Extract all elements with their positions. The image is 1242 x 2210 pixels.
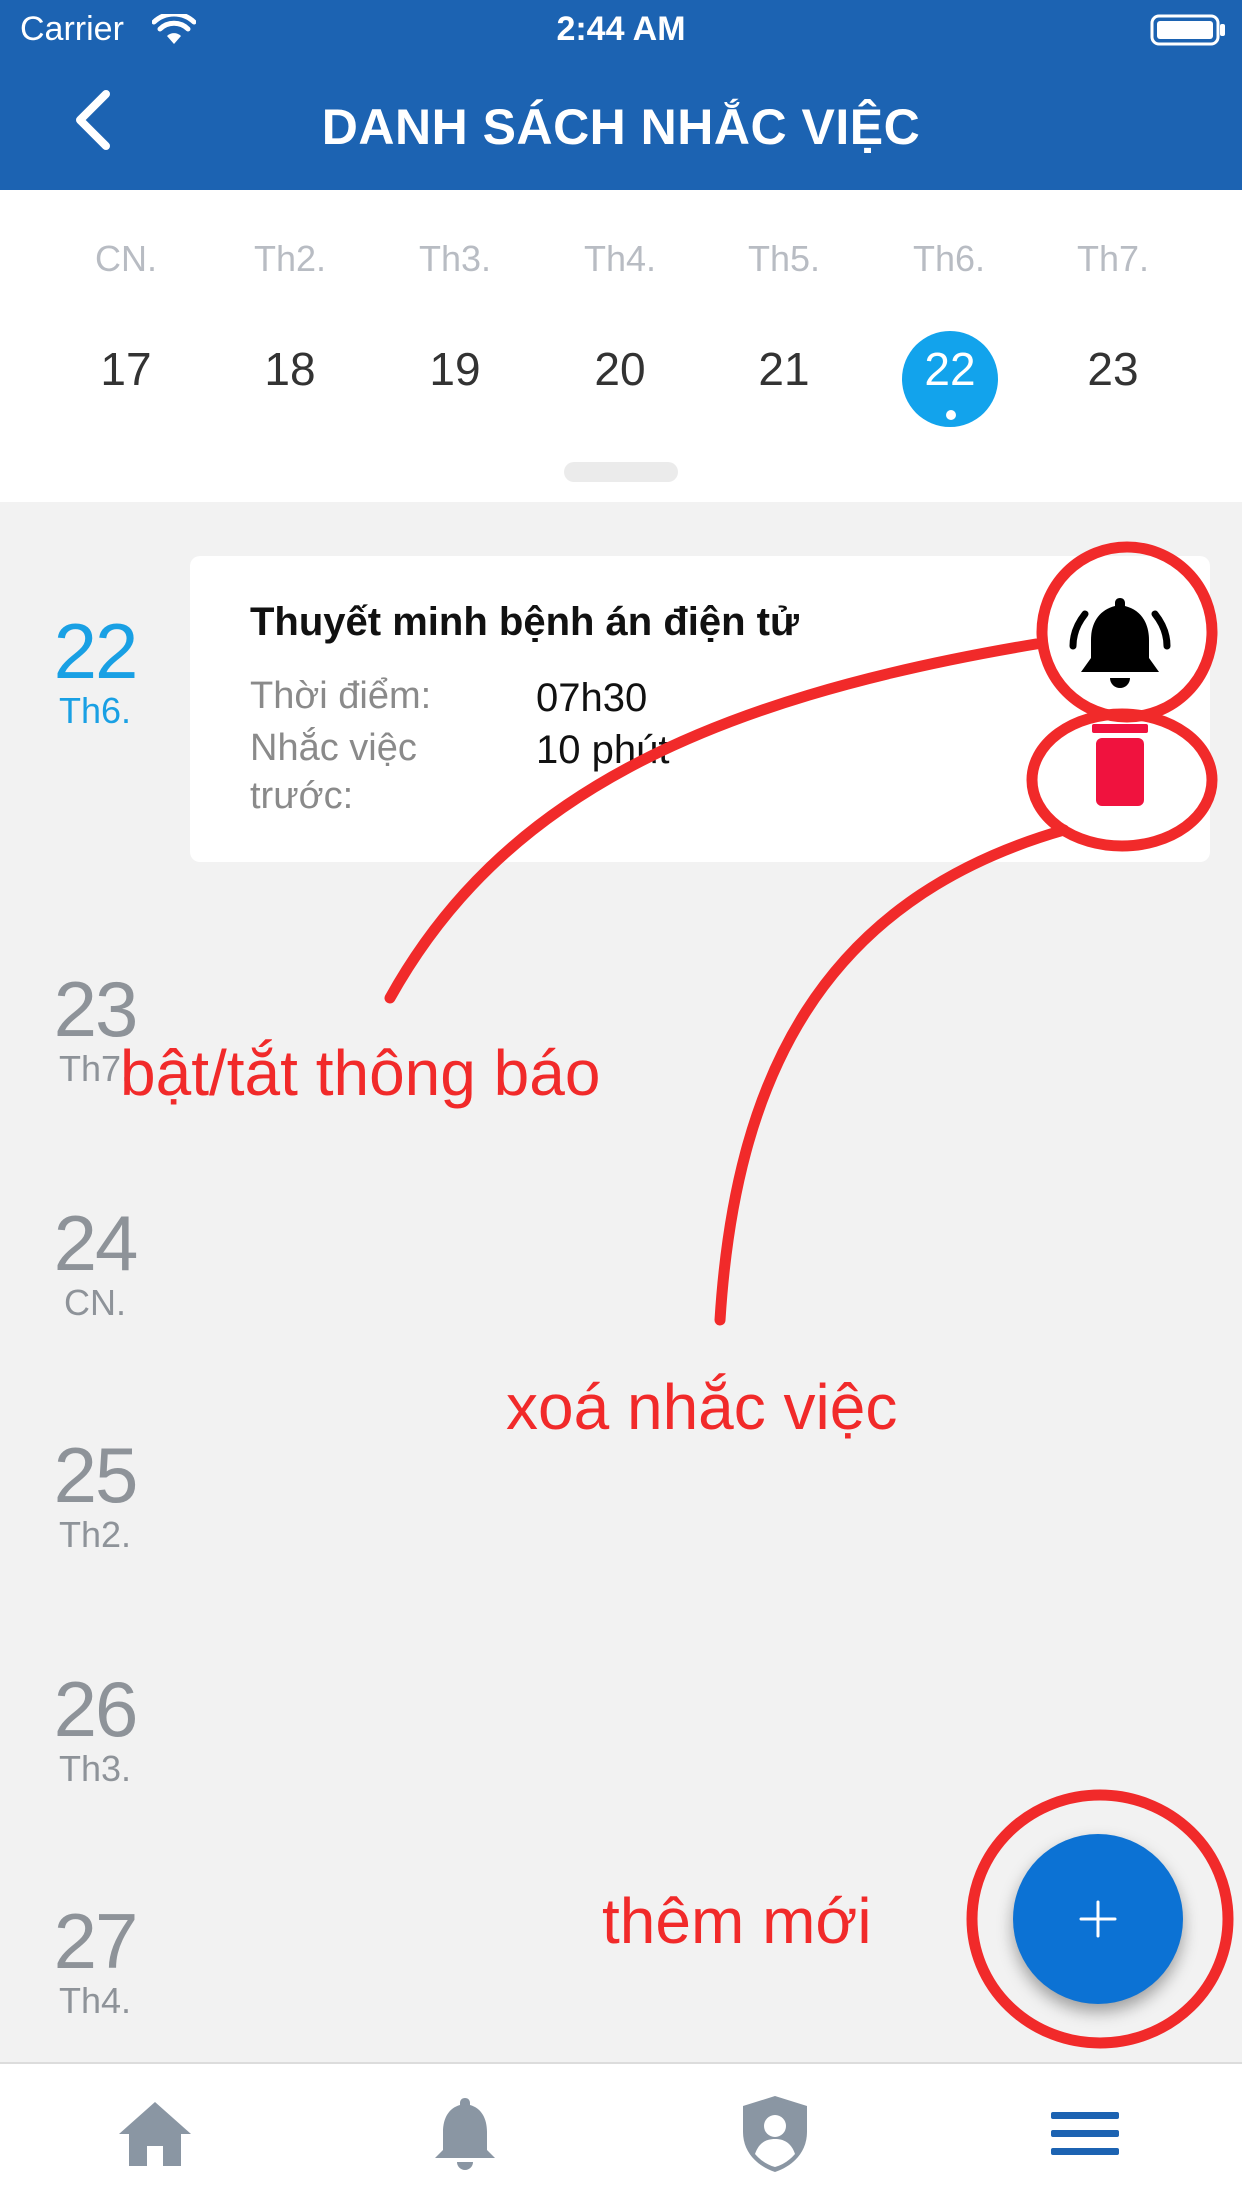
annotation-add-new: thêm mới xyxy=(602,1885,872,1957)
weekday-label: CN. xyxy=(95,238,157,279)
page-title: DANH SÁCH NHẮC VIỆC xyxy=(321,99,921,155)
remind-before-label-cont: trước: xyxy=(250,775,354,817)
date-cell[interactable]: 18 xyxy=(208,342,372,396)
agenda-date: 22 xyxy=(53,607,139,695)
tab-account[interactable] xyxy=(620,2064,930,2210)
date-cell[interactable]: 21 xyxy=(702,342,866,396)
time-label: Thời điểm: xyxy=(250,675,432,717)
shield-user-icon xyxy=(743,2096,807,2172)
agenda-date: 25 xyxy=(53,1431,139,1519)
tab-bar xyxy=(0,2062,1242,2210)
reminder-card[interactable]: Thuyết minh bệnh án điện tử Thời điểm: 0… xyxy=(190,556,1210,862)
remind-before-label: Nhắc việc xyxy=(250,727,417,769)
weekday-label: Th7. xyxy=(1076,238,1150,279)
weekday-label: Th6. xyxy=(912,238,986,279)
weekday-label: Th4. xyxy=(583,238,657,279)
battery-icon xyxy=(1150,14,1225,46)
weekday-label: Th3. xyxy=(418,238,492,279)
date-cell-selected[interactable]: 22 xyxy=(868,342,1032,396)
date-cell[interactable]: 23 xyxy=(1031,342,1195,396)
agenda-weekday: Th4. xyxy=(58,1980,132,2021)
add-reminder-button[interactable] xyxy=(1013,1834,1183,2004)
weekday-label: Th2. xyxy=(253,238,327,279)
reminder-title: Thuyết minh bệnh án điện tử xyxy=(250,600,799,644)
status-bar: Carrier 2:44 AM xyxy=(0,0,1242,60)
agenda-date: 27 xyxy=(53,1897,139,1985)
weekday-label: Th5. xyxy=(747,238,821,279)
tab-menu[interactable] xyxy=(930,2064,1240,2210)
menu-icon xyxy=(1051,2112,1119,2155)
bell-ringing-icon[interactable] xyxy=(1065,592,1175,694)
agenda-weekday: Th3. xyxy=(58,1748,132,1789)
agenda-weekday: CN. xyxy=(64,1282,126,1323)
annotation-toggle-notification: bật/tắt thông báo xyxy=(120,1037,601,1109)
annotation-delete-reminder: xoá nhắc việc xyxy=(506,1371,898,1443)
plus-icon xyxy=(1079,1900,1117,1938)
status-time: 2:44 AM xyxy=(556,10,686,48)
agenda-date: 26 xyxy=(53,1665,139,1753)
drag-handle[interactable] xyxy=(564,462,678,482)
tab-notifications[interactable] xyxy=(310,2064,620,2210)
annotation-arrow-trash xyxy=(714,824,1070,1326)
week-calendar-strip: CN. Th2. Th3. Th4. Th5. Th6. Th7. 17 18 … xyxy=(0,190,1242,502)
home-icon xyxy=(119,2102,191,2166)
navigation-bar: Carrier 2:44 AM DANH SÁCH NHẮC VIỆC xyxy=(0,0,1242,190)
date-cell[interactable]: 17 xyxy=(44,342,208,396)
time-value: 07h30 xyxy=(536,676,648,720)
trash-icon[interactable] xyxy=(1092,724,1148,806)
date-cell[interactable]: 19 xyxy=(373,342,537,396)
agenda-weekday: Th2. xyxy=(58,1514,132,1555)
tab-home[interactable] xyxy=(0,2064,310,2210)
date-cell[interactable]: 20 xyxy=(538,342,702,396)
event-indicator-dot xyxy=(946,410,956,420)
bell-icon xyxy=(435,2098,495,2170)
agenda-date: 24 xyxy=(53,1199,139,1287)
agenda-weekday: Th6. xyxy=(58,690,132,731)
remind-before-value: 10 phút xyxy=(536,728,670,772)
